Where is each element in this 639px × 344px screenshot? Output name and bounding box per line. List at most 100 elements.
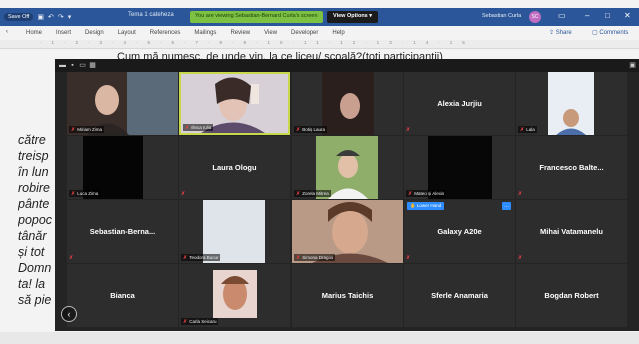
participant-name: Bogdan Robert xyxy=(544,291,599,300)
autosave-label: Save xyxy=(8,14,21,20)
comments-button[interactable]: ▢ Comments xyxy=(592,29,628,36)
zoom-gallery-window: ▬ ▪ ▭ ▦ ▣ ✗ Miriam Zima ✗ Ilinca Iulia ✗… xyxy=(55,59,639,331)
save-icon[interactable]: ▣ xyxy=(37,13,44,21)
participant-tile[interactable]: ✗ Botiș Laura xyxy=(292,72,403,135)
participant-tile[interactable]: Sferle Anamaria xyxy=(404,264,515,327)
participant-tile[interactable]: ✗ Luca Zima xyxy=(67,136,178,199)
participant-name: Alexia Jurjiu xyxy=(437,99,482,108)
participant-name: Botiș Laura xyxy=(302,127,325,132)
comments-label: Comments xyxy=(599,30,629,36)
tab-layout[interactable]: Layout xyxy=(118,30,136,36)
participant-tile-active-speaker[interactable]: ✗ Ilinca Iulia xyxy=(179,72,290,135)
gallery-view-icon[interactable]: ▦ xyxy=(89,62,96,69)
tab-developer[interactable]: Developer xyxy=(291,30,318,36)
muted-mic-icon: ✗ xyxy=(183,255,188,261)
participant-name: Ilinca Iulia xyxy=(191,125,212,130)
screen: Save Off ▣ ↶ ↷ ▾ Tema 1 catehezа You are… xyxy=(0,0,639,344)
participant-tile[interactable]: Marius Taichis xyxy=(292,264,403,327)
participant-name: Teodora Bucur xyxy=(189,255,219,260)
participant-tile[interactable]: ✗ Carla Seicaru xyxy=(179,264,290,327)
participant-name: Miriam Zima xyxy=(77,127,102,132)
participant-tile[interactable]: Bianca xyxy=(67,264,178,327)
maximize-icon[interactable]: □ xyxy=(605,11,610,20)
participant-name: Mateo și Alexis xyxy=(414,191,445,196)
tab-mailings[interactable]: Mailings xyxy=(194,30,216,36)
close-icon[interactable]: ✕ xyxy=(624,11,631,20)
tab-review[interactable]: Review xyxy=(230,30,250,36)
minimize-icon[interactable]: – xyxy=(585,11,589,20)
window-switch-icon[interactable]: ▣ xyxy=(629,62,636,69)
view-options-button[interactable]: View Options ▾ xyxy=(327,11,379,23)
muted-mic-icon: ✗ xyxy=(183,319,188,325)
undo-icon[interactable]: ↶ xyxy=(48,13,54,21)
participant-name: Lala xyxy=(526,127,535,132)
tab-home[interactable]: Home xyxy=(26,30,42,36)
share-label: Share xyxy=(555,30,572,36)
zoom-toolbar: ▬ ▪ ▭ ▦ ▣ xyxy=(55,59,639,72)
participant-tile[interactable]: Francesco Balte... ✗ xyxy=(516,136,627,199)
participant-name: Zorela Mitrea xyxy=(302,191,329,196)
participant-name: Carla Seicaru xyxy=(189,319,217,324)
participant-name: Mihai Vatamanelu xyxy=(540,227,603,236)
status-strip xyxy=(0,332,639,344)
tab-references[interactable]: References xyxy=(150,30,181,36)
ruler: ·1·2·3·4·5·6·7·8·9·10·11·12·13·14·15 xyxy=(0,40,639,49)
word-title-bar: Save Off ▣ ↶ ↷ ▾ Tema 1 catehezа You are… xyxy=(0,8,639,26)
share-button[interactable]: ⇪ Share xyxy=(549,29,572,36)
muted-mic-icon: ✗ xyxy=(71,127,76,133)
tab-view[interactable]: View xyxy=(264,30,277,36)
muted-mic-icon: ✗ xyxy=(518,191,523,197)
participant-name: Sebastian-Berna... xyxy=(89,227,156,236)
participant-name-label: ✗ Luca Zima xyxy=(69,190,101,197)
muted-mic-icon: ✗ xyxy=(296,191,301,197)
screen-share-banner: You are viewing Sebastian-Bernard Curla'… xyxy=(190,11,323,23)
autosave-toggle[interactable]: Save Off xyxy=(4,13,34,21)
participant-tile[interactable]: ✋ Lower Hand … Galaxy A20e ✗ xyxy=(404,200,515,263)
tab-insert[interactable]: Insert xyxy=(56,30,71,36)
customize-chevron-icon[interactable]: ▾ xyxy=(68,13,72,21)
participant-name-label: ✗ Simona Dragos xyxy=(294,254,336,261)
muted-mic-icon: ✗ xyxy=(69,255,74,261)
participant-tile[interactable]: ✗ Teodora Bucur xyxy=(179,200,290,263)
participant-name-label: ✗ Botiș Laura xyxy=(294,126,327,133)
participant-tile[interactable]: ✗ Simona Dragos xyxy=(292,200,403,263)
participant-tile[interactable]: ✗ Lala xyxy=(516,72,627,135)
participant-name-label: ✗ Ilinca Iulia xyxy=(183,124,214,131)
exit-fullscreen-icon[interactable]: ▪ xyxy=(69,62,76,69)
participant-name: Bianca xyxy=(110,291,135,300)
participant-name: Laura Ologu xyxy=(212,163,257,172)
muted-mic-icon: ✗ xyxy=(185,125,190,131)
muted-mic-icon: ✗ xyxy=(406,255,411,261)
participant-name-label: ✗ Miriam Zima xyxy=(69,126,104,133)
participant-tile[interactable]: ✗ Zorela Mitrea xyxy=(292,136,403,199)
participant-tile[interactable]: ✗ Miriam Zima xyxy=(67,72,178,135)
minimize-icon[interactable]: ▬ xyxy=(59,62,66,69)
participant-name: Marius Taichis xyxy=(321,291,374,300)
muted-mic-icon: ✗ xyxy=(71,191,76,197)
participant-tile[interactable]: ✗ Mateo și Alexis xyxy=(404,136,515,199)
ribbon-display-icon[interactable]: ▭ xyxy=(558,11,566,20)
file-menu-icon[interactable]: ‹ xyxy=(6,29,8,35)
tab-help[interactable]: Help xyxy=(332,30,344,36)
participant-name: Galaxy A20e xyxy=(437,227,482,236)
participant-name-label: ✗ Teodora Bucur xyxy=(181,254,221,261)
previous-page-button[interactable]: ‹ xyxy=(61,306,77,322)
tab-design[interactable]: Design xyxy=(85,30,104,36)
muted-mic-icon: ✗ xyxy=(520,127,525,133)
avatar[interactable]: SC xyxy=(529,11,541,23)
redo-icon[interactable]: ↷ xyxy=(58,13,64,21)
participant-tile[interactable]: Bogdan Robert xyxy=(516,264,627,327)
autosave-state: Off xyxy=(22,14,30,20)
participant-name-label: ✗ Lala xyxy=(518,126,537,133)
participant-name: Francesco Balte... xyxy=(539,163,604,172)
participant-name: Simona Dragos xyxy=(302,255,334,260)
document-title: Tema 1 catehezа xyxy=(128,12,174,18)
speaker-view-icon[interactable]: ▭ xyxy=(79,62,86,69)
participant-tile[interactable]: Mihai Vatamanelu ✗ xyxy=(516,200,627,263)
participant-tile[interactable]: Sebastian-Berna... ✗ xyxy=(67,200,178,263)
account-name[interactable]: Sebastian Curla xyxy=(482,13,521,19)
participant-tile[interactable]: Alexia Jurjiu ✗ xyxy=(404,72,515,135)
participant-name: Luca Zima xyxy=(77,191,99,196)
participant-tile[interactable]: Laura Ologu ✗ xyxy=(179,136,290,199)
muted-mic-icon: ✗ xyxy=(408,191,413,197)
